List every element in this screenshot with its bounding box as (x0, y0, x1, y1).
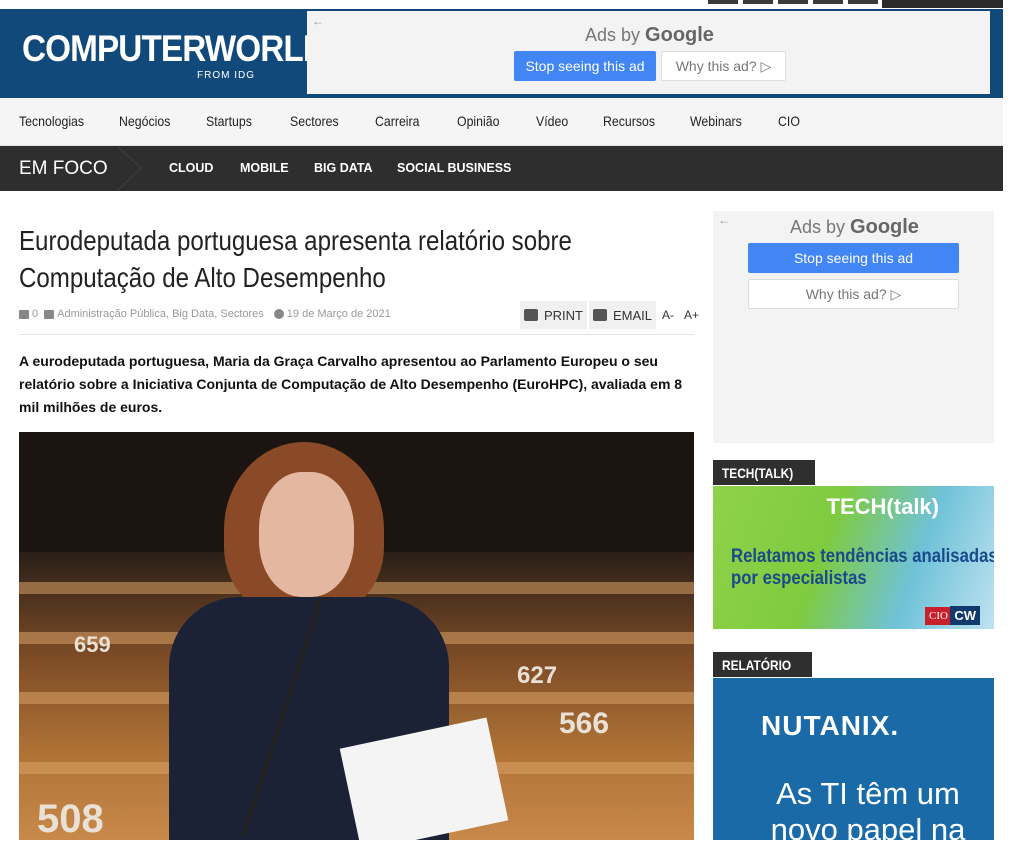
nutanix-logo: NUTANIX. (761, 710, 900, 741)
print-label: PRINT (544, 307, 583, 323)
side-ads-by-label: Ads by (790, 217, 846, 237)
print-button[interactable]: PRINT (520, 301, 587, 329)
font-increase-button[interactable]: A+ (684, 308, 699, 322)
nav-item-carreira[interactable]: Carreira (375, 113, 420, 129)
top-strip-block (848, 0, 878, 4)
font-decrease-button[interactable]: A- (662, 308, 674, 322)
why-this-ad-button[interactable]: Why this ad? ▷ (661, 51, 786, 81)
seat-number: 508 (37, 797, 104, 840)
logo-main: COMPUTERWORLD (22, 28, 327, 69)
email-button[interactable]: EMAIL (589, 301, 657, 329)
stop-seeing-ad-button[interactable]: Stop seeing this ad (514, 51, 656, 81)
seat-number: 627 (517, 662, 558, 689)
logo-sub: FROM IDG (197, 70, 255, 81)
nutanix-banner[interactable]: NUTANIX. As TI têm um novo papel na (713, 678, 994, 840)
nav-item-tecnologias[interactable]: Tecnologias (19, 113, 84, 129)
side-google-label: Google (850, 216, 919, 238)
top-strip-block (708, 0, 738, 4)
seat-number: 566 (559, 707, 610, 740)
nav-item-startups[interactable]: Startups (206, 113, 252, 129)
comment-count[interactable]: 0 (32, 308, 38, 320)
nutanix-text: As TI têm um novo papel na (770, 776, 966, 840)
article-tools: PRINT EMAIL A- A+ (520, 301, 705, 329)
foco-link-social-business[interactable]: SOCIAL BUSINESS (397, 161, 511, 175)
foco-link-cloud[interactable]: CLOUD (169, 161, 213, 175)
techtalk-tagline: Relatamos tendências analisadas por espe… (731, 546, 994, 589)
techtalk-banner[interactable]: TECH(talk) Relatamos tendências analisad… (713, 486, 994, 629)
top-strip-block (882, 0, 1003, 8)
meta-divider (19, 334, 694, 335)
nav-item-opiniao[interactable]: Opinião (457, 113, 499, 129)
nav-item-recursos[interactable]: Recursos (603, 113, 655, 129)
nav-item-cio[interactable]: CIO (778, 113, 800, 129)
foco-link-mobile[interactable]: MOBILE (240, 161, 289, 175)
em-foco-title: EM FOCO (19, 158, 108, 179)
techtalk-header: TECH(TALK) (713, 460, 815, 485)
email-label: EMAIL (613, 307, 653, 323)
woman-face (259, 472, 354, 597)
print-icon (524, 309, 538, 321)
techtalk-logo: TECH(talk) (826, 494, 939, 519)
relatorio-header-label: RELATÓRIO (722, 656, 792, 673)
nav-item-video[interactable]: Vídeo (536, 113, 568, 129)
ads-by-label: Ads by (585, 25, 641, 45)
clock-icon (273, 309, 284, 319)
techtalk-header-label: TECH(TALK) (722, 464, 794, 481)
main-nav: Tecnologias Negócios Startups Sectores C… (0, 98, 1015, 146)
side-ad-box: ← Ads by Google Stop seeing this ad Why … (713, 211, 994, 443)
article-date: 19 de Março de 2021 (286, 308, 391, 320)
nav-item-sectores[interactable]: Sectores (290, 113, 339, 129)
comment-icon (19, 309, 29, 319)
article-meta: 0 Administração Pública, Big Data, Secto… (19, 308, 391, 320)
ads-by-google: Ads by Google (585, 24, 714, 47)
cw-badge: CW (950, 606, 980, 625)
page-scrollbar[interactable] (1003, 0, 1015, 847)
ad-back-arrow-icon[interactable]: ← (312, 14, 324, 28)
cio-badge: CIO (925, 607, 952, 625)
relatorio-header: RELATÓRIO (713, 652, 813, 677)
side-stop-seeing-ad-button[interactable]: Stop seeing this ad (748, 243, 959, 273)
top-strip-block (743, 0, 773, 4)
em-foco-bar: EM FOCO CLOUD MOBILE BIG DATA SOCIAL BUS… (0, 146, 1015, 191)
seat-number: 659 (74, 632, 111, 657)
top-ad-banner: ← Ads by Google Stop seeing this ad Why … (307, 11, 990, 94)
article-categories[interactable]: Administração Pública, Big Data, Sectore… (57, 308, 264, 320)
article-lead: A eurodeputada portuguesa, Maria da Graç… (19, 353, 683, 415)
side-ad-back-arrow-icon[interactable]: ← (718, 213, 730, 227)
side-why-this-ad-button[interactable]: Why this ad? ▷ (748, 279, 959, 309)
google-label: Google (645, 24, 714, 46)
article-photo: 659 627 566 508 (19, 432, 694, 840)
em-foco-chevron-inner (116, 146, 140, 191)
email-icon (593, 309, 607, 321)
top-strip (0, 0, 1015, 9)
nav-item-negocios[interactable]: Negócios (119, 113, 170, 129)
article-title: Eurodeputada portuguesa apresenta relató… (19, 225, 572, 293)
foco-link-big-data[interactable]: BIG DATA (314, 161, 373, 175)
top-strip-block (778, 0, 808, 4)
top-strip-block (813, 0, 843, 4)
side-ads-by-google: Ads by Google (790, 216, 919, 239)
folder-icon (44, 309, 55, 319)
nav-item-webinars[interactable]: Webinars (690, 113, 742, 129)
